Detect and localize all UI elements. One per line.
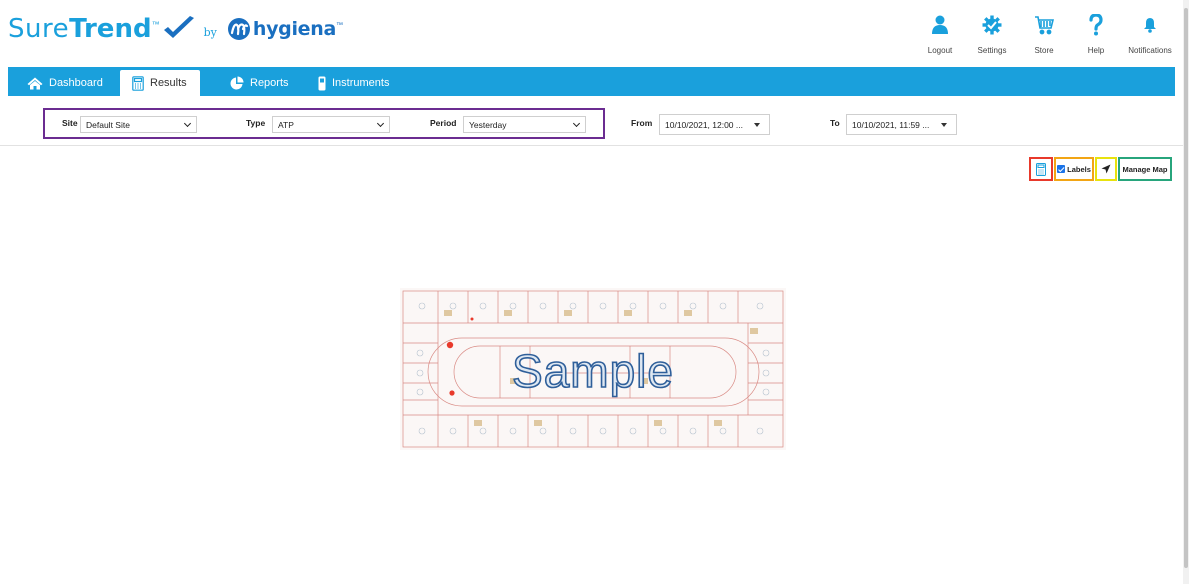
period-select[interactable]: Yesterday [463, 116, 586, 133]
manage-map-button[interactable]: Manage Map [1118, 157, 1172, 181]
site-label: Site [62, 118, 78, 128]
labels-toggle[interactable]: Labels [1054, 157, 1094, 181]
location-arrow-icon [1101, 164, 1111, 174]
chevron-down-icon [183, 119, 192, 128]
logout-label: Logout [927, 46, 953, 55]
logo-text-trend: Trend [69, 14, 152, 44]
tab-results-label: Results [150, 77, 187, 89]
scrollbar-thumb[interactable] [1184, 8, 1188, 568]
from-date-value: 10/10/2021, 12:00 ... [665, 120, 743, 130]
type-select-value: ATP [278, 120, 294, 130]
help-button[interactable]: Help [1071, 13, 1121, 55]
site-select-value: Default Site [86, 120, 130, 130]
logo-partner-trademark: ™ [336, 21, 344, 29]
tab-dashboard[interactable]: Dashboard [27, 70, 103, 96]
manage-map-label: Manage Map [1122, 164, 1168, 174]
store-label: Store [1034, 46, 1054, 55]
user-icon [915, 13, 965, 37]
pie-chart-icon [230, 76, 244, 90]
gear-icon [967, 13, 1017, 37]
settings-button[interactable]: Settings [967, 13, 1017, 55]
filter-divider [0, 145, 1183, 146]
navigate-button[interactable] [1095, 157, 1117, 181]
logout-button[interactable]: Logout [915, 13, 965, 55]
chevron-down-icon [376, 119, 385, 128]
question-icon [1071, 13, 1121, 37]
calculator-icon [132, 75, 144, 91]
tab-instruments[interactable]: Instruments [318, 70, 389, 96]
tab-results[interactable]: Results [120, 70, 200, 96]
to-date-value: 10/10/2021, 11:59 ... [852, 120, 930, 130]
type-label: Type [246, 118, 266, 128]
period-label: Period [430, 118, 457, 128]
store-button[interactable]: Store [1019, 13, 1069, 55]
suretrend-logo[interactable]: Sure Trend ™ by hygiena ™ [8, 14, 343, 44]
main-tab-bar: Dashboard Results Reports Instruments [8, 67, 1175, 96]
logo-text-hygiena: hygiena [252, 18, 337, 40]
sample-watermark-text: Sample [511, 344, 674, 398]
top-nav: Logout Settings Store Help Notifications [913, 13, 1177, 55]
tab-dashboard-label: Dashboard [49, 77, 103, 89]
checkmark-icon [163, 16, 194, 38]
tab-reports[interactable]: Reports [230, 70, 289, 96]
hygiena-mark-icon [227, 18, 250, 40]
home-icon [27, 77, 43, 90]
site-select[interactable]: Default Site [80, 116, 197, 133]
to-label: To [830, 118, 840, 128]
calculator-icon [1036, 162, 1046, 176]
logo-text-sure: Sure [8, 14, 70, 44]
notifications-button[interactable]: Notifications [1123, 13, 1177, 55]
bell-icon [1123, 13, 1177, 37]
caret-down-icon [941, 123, 947, 127]
cart-icon [1019, 13, 1069, 37]
app-header: Sure Trend ™ by hygiena ™ Logout Setting… [0, 0, 1183, 66]
period-select-value: Yesterday [469, 120, 507, 130]
sample-watermark: Sample [400, 288, 786, 450]
type-select[interactable]: ATP [272, 116, 390, 133]
calculator-button[interactable] [1029, 157, 1053, 181]
from-label: From [631, 118, 653, 128]
floor-plan-map[interactable]: Sample [400, 288, 786, 450]
notifications-label: Notifications [1128, 46, 1172, 55]
labels-toggle-label: Labels [1067, 164, 1091, 174]
logo-trademark: ™ [151, 19, 160, 29]
page-scrollbar[interactable] [1183, 0, 1189, 584]
logo-by: by [203, 25, 217, 39]
settings-label: Settings [977, 46, 1007, 55]
chevron-down-icon [572, 119, 581, 128]
caret-down-icon [754, 123, 760, 127]
from-date-picker[interactable]: 10/10/2021, 12:00 ... [659, 114, 770, 135]
help-label: Help [1087, 46, 1105, 55]
to-date-picker[interactable]: 10/10/2021, 11:59 ... [846, 114, 957, 135]
labels-checkbox[interactable] [1057, 165, 1066, 173]
device-icon [318, 76, 326, 91]
tab-instruments-label: Instruments [332, 77, 390, 89]
tab-reports-label: Reports [250, 77, 289, 89]
